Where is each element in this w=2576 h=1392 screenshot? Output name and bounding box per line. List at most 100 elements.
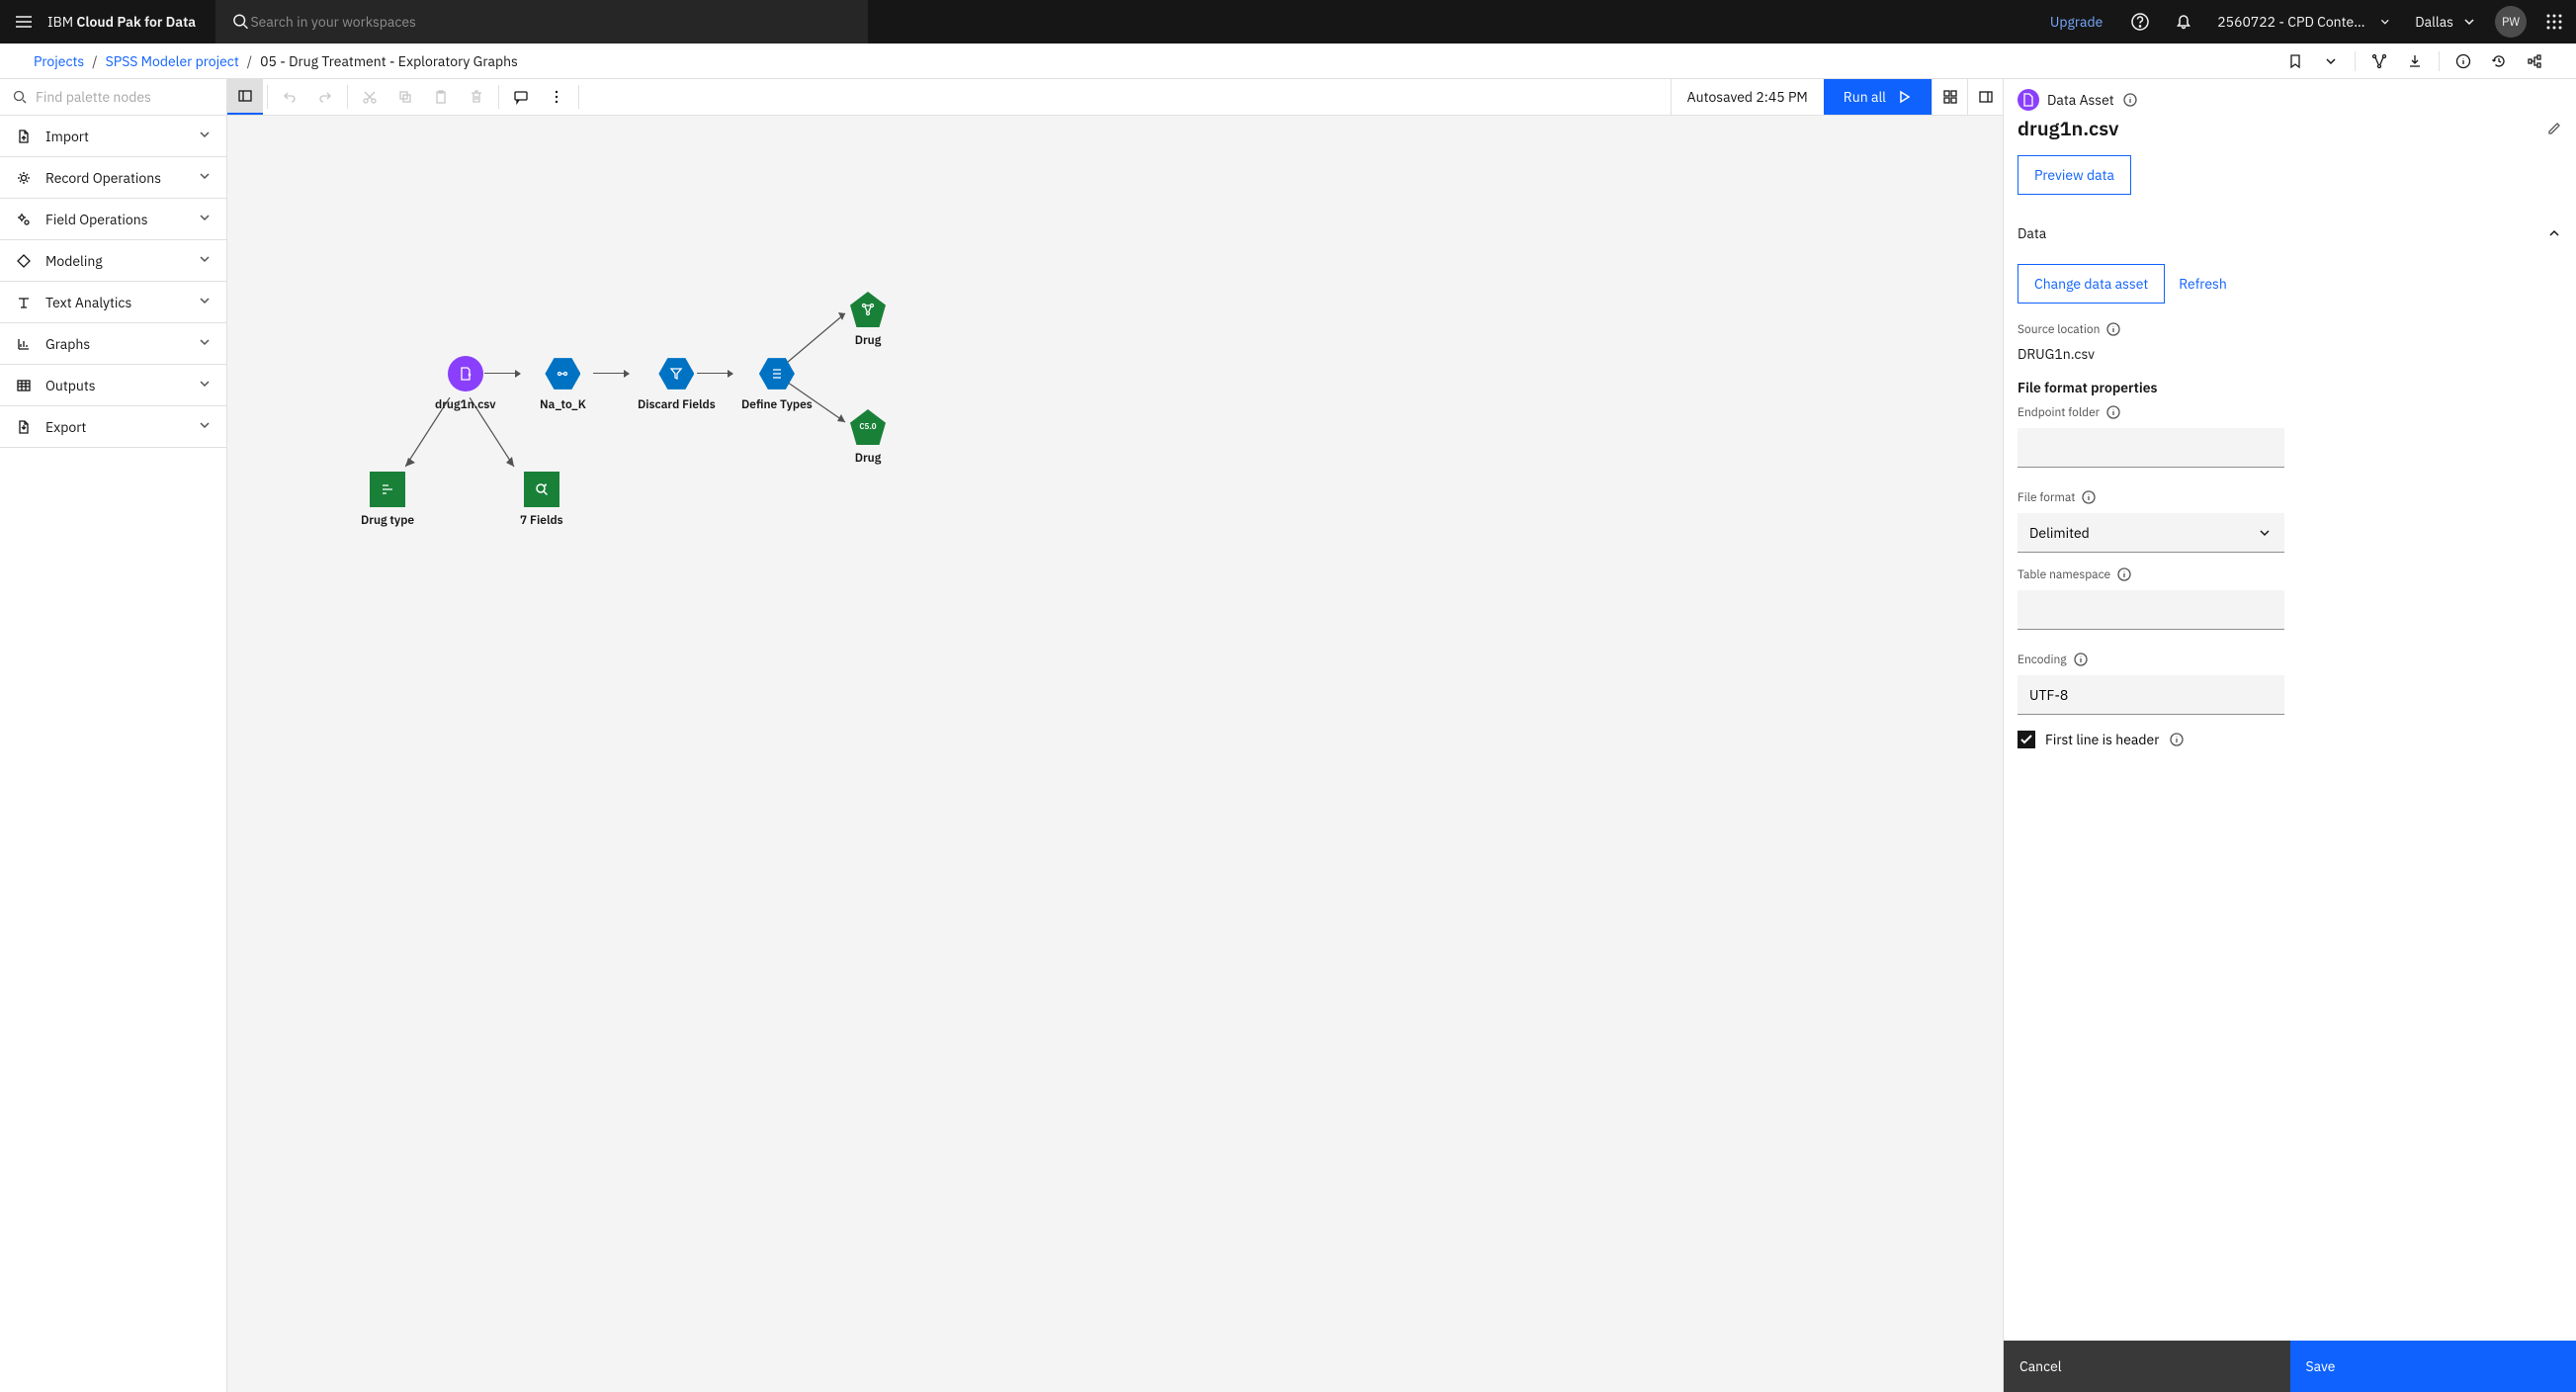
source-location-label: Source location bbox=[2018, 321, 2562, 337]
info-icon[interactable] bbox=[2081, 489, 2097, 505]
workspace-dropdown[interactable]: 2560722 - CPD Content De... bbox=[2205, 13, 2403, 31]
download-button[interactable] bbox=[2397, 53, 2433, 69]
upgrade-link[interactable]: Upgrade bbox=[2034, 13, 2118, 31]
app-switcher-button[interactable] bbox=[2533, 12, 2576, 32]
gear-double-icon bbox=[16, 212, 32, 227]
chevron-down-icon bbox=[197, 334, 213, 350]
cut-button[interactable] bbox=[352, 79, 387, 115]
info-button[interactable] bbox=[2446, 53, 2481, 69]
chevron-down-icon bbox=[197, 417, 213, 433]
diamond-icon bbox=[16, 253, 32, 269]
comment-button[interactable] bbox=[503, 79, 539, 115]
encoding-select[interactable]: UTF-8 bbox=[2018, 675, 2284, 715]
canvas[interactable]: drug1n.csv Na_to_K Discard Fields Define… bbox=[227, 116, 2003, 1392]
first-line-header-label: First line is header bbox=[2045, 731, 2159, 748]
bell-icon bbox=[2174, 12, 2193, 32]
table-namespace-input[interactable] bbox=[2018, 590, 2284, 630]
file-format-select[interactable]: Delimited bbox=[2018, 513, 2284, 553]
notifications-button[interactable] bbox=[2162, 12, 2205, 32]
toggle-palette-button[interactable] bbox=[227, 79, 263, 115]
palette-search-input[interactable] bbox=[36, 88, 215, 106]
overflow-button[interactable] bbox=[539, 79, 574, 115]
copy-button[interactable] bbox=[387, 79, 423, 115]
data-section-toggle[interactable]: Data bbox=[2018, 215, 2562, 252]
cancel-button[interactable]: Cancel bbox=[2004, 1341, 2290, 1392]
paste-icon bbox=[433, 89, 449, 105]
palette-record-ops[interactable]: Record Operations bbox=[0, 157, 226, 199]
delete-button[interactable] bbox=[459, 79, 494, 115]
breadcrumb-current: 05 - Drug Treatment - Exploratory Graphs bbox=[260, 52, 518, 70]
breadcrumb-bar: Projects / SPSS Modeler project / 05 - D… bbox=[0, 44, 2576, 79]
table-namespace-label: Table namespace bbox=[2018, 566, 2562, 582]
data-lineage-button[interactable] bbox=[2361, 53, 2397, 69]
info-icon[interactable] bbox=[2105, 321, 2121, 337]
refresh-link[interactable]: Refresh bbox=[2179, 275, 2227, 293]
info-icon[interactable] bbox=[2169, 732, 2185, 747]
node-drug-1[interactable]: Drug bbox=[850, 292, 886, 348]
palette-search[interactable] bbox=[0, 79, 226, 116]
palette-import[interactable]: Import bbox=[0, 116, 226, 157]
flow-structure-button[interactable] bbox=[2517, 53, 2552, 69]
paste-button[interactable] bbox=[423, 79, 459, 115]
chevron-up-icon bbox=[2546, 225, 2562, 241]
bookmark-button[interactable] bbox=[2277, 53, 2313, 69]
lineage-icon bbox=[2371, 53, 2387, 69]
save-button[interactable]: Save bbox=[2290, 1341, 2576, 1392]
breadcrumb-project[interactable]: SPSS Modeler project bbox=[106, 52, 239, 70]
chevron-down-icon bbox=[2257, 525, 2273, 541]
help-button[interactable] bbox=[2118, 12, 2162, 32]
file-format-props-title: File format properties bbox=[2018, 379, 2562, 396]
check-icon bbox=[2018, 732, 2034, 747]
text-icon bbox=[16, 295, 32, 310]
palette-text-analytics[interactable]: Text Analytics bbox=[0, 282, 226, 323]
main-menu-button[interactable] bbox=[0, 12, 47, 32]
palette-export[interactable]: Export bbox=[0, 406, 226, 448]
undo-button[interactable] bbox=[272, 79, 307, 115]
edit-icon[interactable] bbox=[2546, 121, 2562, 136]
import-icon bbox=[16, 129, 32, 144]
chevron-down-icon bbox=[2323, 53, 2339, 69]
preview-data-button[interactable]: Preview data bbox=[2018, 155, 2131, 195]
view-mode-button[interactable] bbox=[1932, 79, 1967, 115]
node-drug-csv[interactable]: drug1n.csv bbox=[435, 356, 495, 412]
search-icon bbox=[12, 89, 28, 105]
node-7-fields[interactable]: 7 Fields bbox=[520, 472, 563, 528]
brand: IBM Cloud Pak for Data bbox=[47, 13, 196, 31]
info-icon[interactable] bbox=[2122, 92, 2138, 108]
node-discard[interactable]: Discard Fields bbox=[638, 356, 716, 412]
node-define[interactable]: Define Types bbox=[741, 356, 813, 412]
palette-graphs[interactable]: Graphs bbox=[0, 323, 226, 365]
palette-field-ops[interactable]: Field Operations bbox=[0, 199, 226, 240]
asset-title: drug1n.csv bbox=[2018, 115, 2546, 141]
palette-outputs[interactable]: Outputs bbox=[0, 365, 226, 406]
endpoint-folder-input[interactable] bbox=[2018, 428, 2284, 468]
chart-icon bbox=[16, 336, 32, 352]
palette-modeling[interactable]: Modeling bbox=[0, 240, 226, 282]
node-drug-2[interactable]: C5.0 Drug bbox=[850, 409, 886, 466]
bookmark-dropdown-button[interactable] bbox=[2313, 53, 2349, 69]
file-format-label: File format bbox=[2018, 489, 2562, 505]
top-bar: IBM Cloud Pak for Data Upgrade 2560722 -… bbox=[0, 0, 2576, 44]
info-icon[interactable] bbox=[2105, 404, 2121, 420]
table-icon bbox=[16, 378, 32, 393]
type-icon bbox=[769, 366, 785, 382]
global-search[interactable] bbox=[215, 0, 868, 44]
breadcrumb-projects[interactable]: Projects bbox=[34, 52, 84, 70]
region-dropdown[interactable]: Dallas bbox=[2403, 13, 2489, 31]
info-icon[interactable] bbox=[2073, 652, 2089, 667]
overflow-icon bbox=[549, 89, 564, 105]
history-button[interactable] bbox=[2481, 53, 2517, 69]
first-line-header-checkbox[interactable] bbox=[2018, 731, 2035, 748]
properties-panel-button[interactable] bbox=[1967, 79, 2003, 115]
node-na-to-k[interactable]: Na_to_K bbox=[540, 356, 586, 412]
node-drug-type[interactable]: Drug type bbox=[361, 472, 414, 528]
avatar[interactable]: PW bbox=[2495, 6, 2527, 38]
distribution-icon bbox=[380, 481, 395, 497]
flow-icon bbox=[2527, 53, 2542, 69]
info-icon[interactable] bbox=[2116, 566, 2132, 582]
run-all-button[interactable]: Run all bbox=[1824, 79, 1932, 115]
canvas-column: Autosaved 2:45 PM Run all drug1n.csv bbox=[227, 79, 2003, 1392]
change-data-asset-button[interactable]: Change data asset bbox=[2018, 264, 2165, 304]
redo-button[interactable] bbox=[307, 79, 343, 115]
search-input[interactable] bbox=[251, 13, 853, 31]
